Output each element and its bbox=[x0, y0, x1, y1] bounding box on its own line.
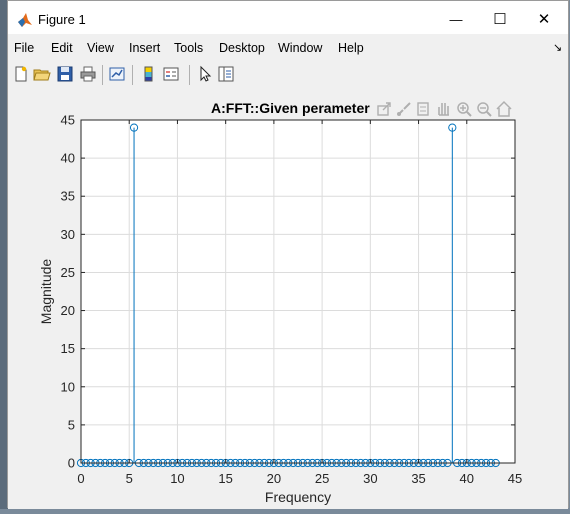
x-tick-label: 0 bbox=[77, 471, 84, 486]
menu-edit[interactable]: Edit bbox=[51, 41, 73, 55]
y-tick-label: 30 bbox=[61, 227, 75, 242]
y-tick-label: 35 bbox=[61, 189, 75, 204]
print-icon[interactable] bbox=[79, 65, 97, 83]
y-tick-label: 20 bbox=[61, 303, 75, 318]
x-tick-label: 5 bbox=[126, 471, 133, 486]
toolbar-separator bbox=[132, 65, 133, 85]
figure-window: Figure 1 — ☐ ✕ File Edit View Insert Too… bbox=[7, 0, 569, 509]
title-bar[interactable]: Figure 1 — ☐ ✕ bbox=[8, 1, 568, 34]
zoom-in-icon[interactable] bbox=[457, 102, 472, 117]
y-tick-label: 25 bbox=[61, 265, 75, 280]
toolbar-separator bbox=[102, 65, 103, 85]
x-tick-label: 10 bbox=[170, 471, 184, 486]
x-tick-label: 20 bbox=[267, 471, 281, 486]
property-inspector-icon[interactable] bbox=[217, 65, 235, 83]
menu-window[interactable]: Window bbox=[278, 41, 322, 55]
x-tick-label: 45 bbox=[508, 471, 522, 486]
menu-insert[interactable]: Insert bbox=[129, 41, 160, 55]
new-figure-icon[interactable] bbox=[12, 65, 30, 83]
zoom-out-icon[interactable] bbox=[477, 102, 492, 117]
pan-icon[interactable] bbox=[438, 103, 449, 116]
open-file-icon[interactable] bbox=[33, 65, 51, 83]
figure-canvas: 0 5 10 15 20 25 30 35 40 45 0 5 10 15 20 25 30 35 40 45 A:… bbox=[8, 89, 568, 509]
x-axis-label: Frequency bbox=[265, 489, 331, 505]
stem-plot[interactable]: 0 5 10 15 20 25 30 35 40 45 0 5 10 15 20 25 30 35 40 45 A:… bbox=[8, 89, 568, 509]
y-tick-label: 0 bbox=[68, 456, 75, 471]
y-tick-label: 10 bbox=[61, 379, 75, 394]
insert-legend-icon[interactable] bbox=[162, 65, 180, 83]
maximize-button[interactable]: ☐ bbox=[478, 7, 522, 31]
matlab-logo-icon bbox=[18, 13, 32, 27]
datatip-icon[interactable] bbox=[417, 102, 429, 116]
y-tick-label: 15 bbox=[61, 341, 75, 356]
edit-plot-icon[interactable] bbox=[196, 65, 214, 83]
minimize-button[interactable]: — bbox=[434, 7, 478, 31]
x-tick-label: 25 bbox=[315, 471, 329, 486]
window-title: Figure 1 bbox=[38, 12, 86, 27]
close-button[interactable]: ✕ bbox=[522, 7, 566, 31]
dock-figure-icon[interactable]: ↘ bbox=[553, 41, 562, 54]
y-tick-label: 5 bbox=[68, 417, 75, 432]
chart-title: A:FFT::Given perameter bbox=[211, 100, 370, 116]
minimize-icon: — bbox=[449, 11, 463, 27]
menu-desktop[interactable]: Desktop bbox=[219, 41, 265, 55]
brush-icon[interactable] bbox=[397, 102, 411, 116]
y-axis-label: Magnitude bbox=[38, 259, 54, 325]
figure-toolbar bbox=[8, 61, 568, 88]
home-icon[interactable] bbox=[496, 100, 512, 117]
link-plot-icon[interactable] bbox=[108, 65, 126, 83]
menu-view[interactable]: View bbox=[87, 41, 114, 55]
maximize-icon: ☐ bbox=[493, 11, 507, 28]
toolbar-separator bbox=[189, 65, 190, 85]
close-icon: ✕ bbox=[537, 11, 551, 28]
axes-toolbar bbox=[377, 100, 512, 117]
y-tick-label: 40 bbox=[61, 151, 75, 166]
insert-colorbar-icon[interactable] bbox=[140, 65, 158, 83]
x-tick-label: 35 bbox=[411, 471, 425, 486]
menu-help[interactable]: Help bbox=[338, 41, 364, 55]
y-tick-label: 45 bbox=[61, 113, 75, 128]
save-icon[interactable] bbox=[56, 65, 74, 83]
export-icon[interactable] bbox=[377, 102, 391, 116]
axes-background bbox=[81, 120, 515, 463]
menu-file[interactable]: File bbox=[14, 41, 34, 55]
menu-tools[interactable]: Tools bbox=[174, 41, 203, 55]
menu-bar: File Edit View Insert Tools Desktop Wind… bbox=[8, 37, 568, 59]
x-tick-label: 30 bbox=[363, 471, 377, 486]
x-tick-label: 15 bbox=[218, 471, 232, 486]
x-tick-label: 40 bbox=[460, 471, 474, 486]
